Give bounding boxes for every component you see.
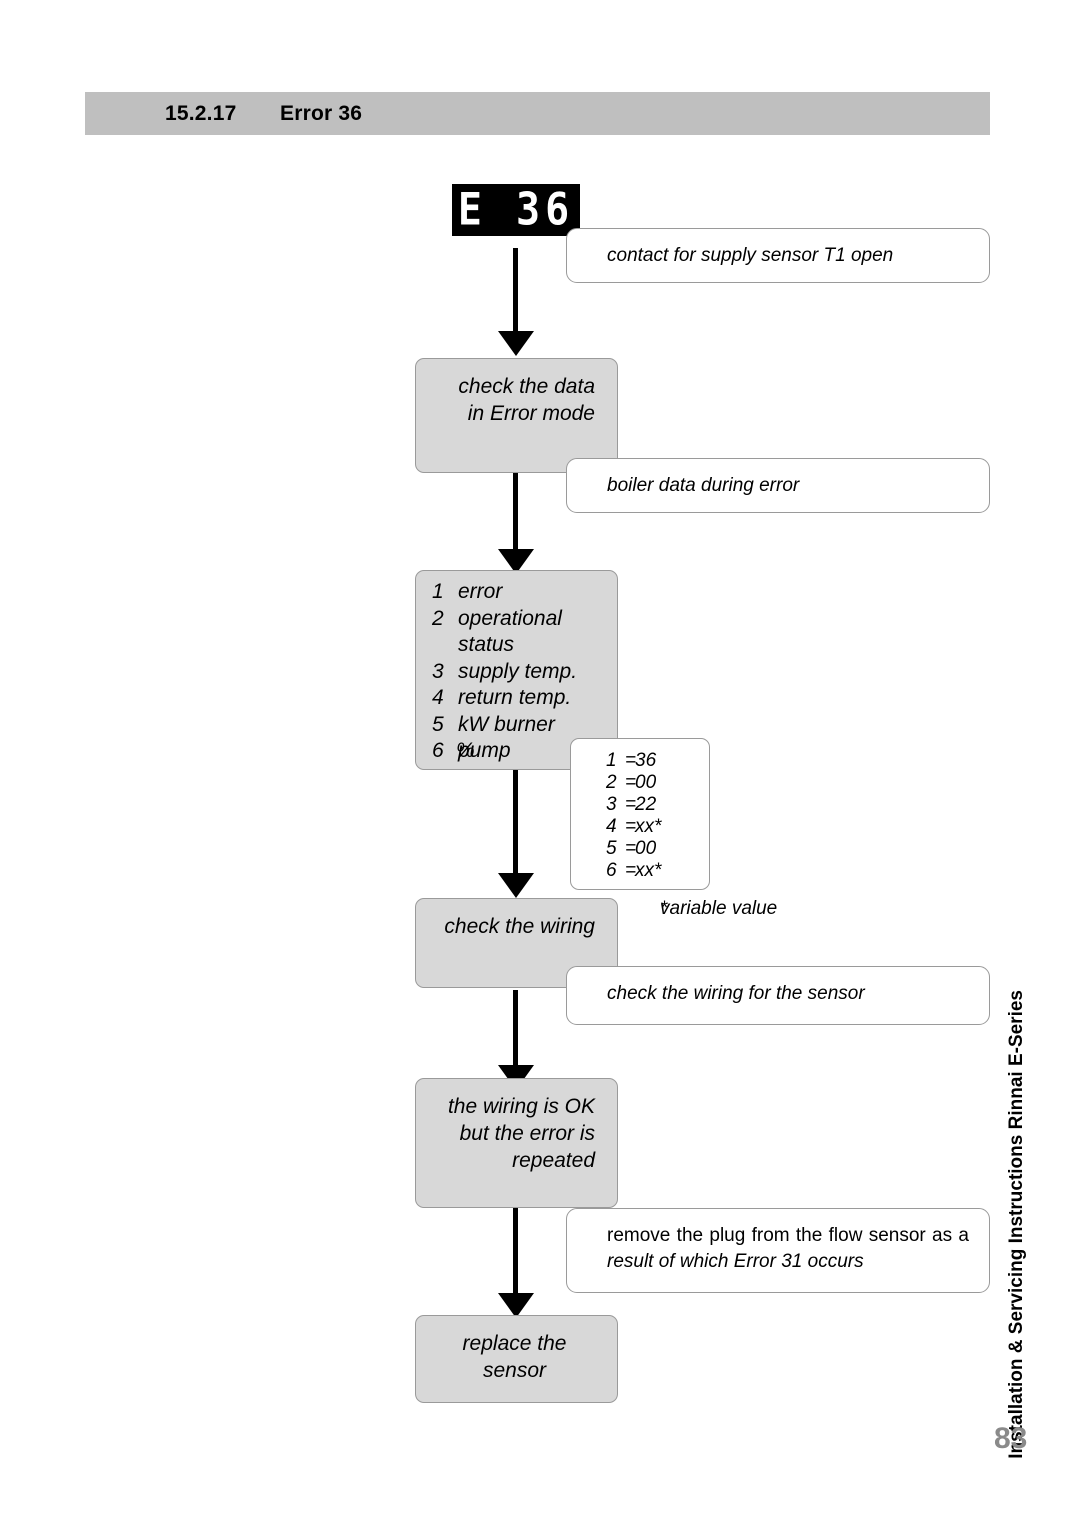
callout-wiring-sensor: check the wiring for the sensor: [566, 966, 990, 1025]
list-item: 1 error: [416, 579, 617, 606]
side-running-text: Installation & Servicing Instructions Ri…: [1006, 990, 1027, 1459]
variable-value-footnote-text: variable value: [660, 898, 778, 919]
equals-symbol: =: [625, 750, 637, 771]
list-item-index: 2: [432, 606, 444, 630]
list-item: 3 supply temp.: [416, 659, 617, 686]
asterisk-symbol: *: [660, 898, 668, 919]
list-item-label: kW burner: [458, 712, 555, 736]
list-item-index: 4: [432, 686, 444, 709]
process-box-check-wiring-label: check the wiring: [444, 915, 595, 938]
equals-symbol: =: [625, 816, 637, 837]
connector-line-4: [513, 990, 518, 1072]
variable-value-footnote: * variable value: [660, 898, 777, 920]
connector-arrow-3: [498, 873, 534, 898]
list-item: 2 operational: [416, 606, 617, 633]
process-box-replace-sensor-line2: sensor: [482, 1359, 547, 1382]
process-box-wiring-ok-line1: the wiring is OK: [447, 1095, 595, 1118]
page-number: 83: [994, 1422, 1028, 1455]
list-item: status: [416, 632, 617, 659]
list-item-label-overlap: % pump: [456, 738, 511, 765]
connector-line-1: [513, 248, 518, 336]
list-item-label: operational: [458, 606, 562, 630]
equals-symbol: =: [625, 794, 637, 815]
callout-remove-plug-line1: remove the plug from the flow sensor as …: [607, 1225, 969, 1246]
list-item-index: 3: [432, 659, 444, 683]
led-error-display: E 36: [452, 184, 580, 236]
percent-symbol: %: [456, 739, 475, 762]
callout-remove-plug: remove the plug from the flow sensor as …: [566, 1208, 990, 1293]
value-row: 1 = 36: [571, 750, 709, 772]
error-values-box: 1 = 36 2 = 00 3 = 22 4 = xx* 5 = 00 6 = …: [570, 738, 710, 890]
equals-symbol: =: [625, 860, 637, 881]
value-row-value: 00: [635, 838, 657, 859]
callout-boiler-data: boiler data during error: [566, 458, 990, 513]
callout-contact-sensor: contact for supply sensor T1 open: [566, 228, 990, 283]
list-item-index: 1: [432, 580, 444, 603]
list-item-index: 5: [432, 712, 444, 736]
process-box-wiring-ok-line3: repeated: [512, 1149, 595, 1172]
equals-symbol: =: [625, 772, 637, 793]
led-error-code: E 36: [457, 184, 575, 236]
value-row-value: 36: [635, 750, 657, 771]
connector-arrow-1: [498, 331, 534, 356]
process-box-replace-sensor: replace the sensor: [415, 1315, 618, 1403]
process-box-wiring-ok-line2: but the error is: [459, 1122, 595, 1145]
process-box-replace-sensor-line1: replace the: [462, 1332, 567, 1355]
value-row-value: xx*: [635, 860, 662, 881]
value-row-value: 00: [635, 772, 657, 793]
value-row: 2 = 00: [571, 772, 709, 794]
callout-wiring-sensor-text: check the wiring for the sensor: [607, 983, 865, 1004]
document-page: 15.2.17 Error 36 E 36 check the data in …: [0, 0, 1080, 1527]
connector-line-2: [513, 472, 518, 554]
list-item-index: 6: [432, 739, 444, 762]
callout-remove-plug-line2: result of which Error 31 occurs: [607, 1251, 864, 1272]
process-box-check-data-line1: check the data: [458, 375, 595, 398]
list-item: 5 kW burner: [416, 712, 617, 739]
value-row: 4 = xx*: [571, 816, 709, 838]
list-item-label: supply temp.: [458, 659, 578, 683]
value-row: 5 = 00: [571, 838, 709, 860]
section-number: 15.2.17: [165, 102, 237, 125]
connector-line-3: [513, 768, 518, 880]
list-item-label: return temp.: [458, 686, 572, 709]
list-item-label: status: [458, 633, 515, 656]
list-item: 4 return temp.: [416, 685, 617, 712]
process-box-check-data: check the data in Error mode: [415, 358, 618, 473]
callout-contact-sensor-text: contact for supply sensor T1 open: [607, 245, 894, 266]
value-row-value: 22: [635, 794, 657, 815]
value-row: 6 = xx*: [571, 860, 709, 882]
connector-line-5: [513, 1208, 518, 1300]
value-row-value: xx*: [635, 816, 662, 837]
page-title: Error 36: [280, 102, 363, 125]
process-box-check-data-line2: in Error mode: [467, 402, 595, 425]
list-item-label: error: [458, 580, 503, 603]
section-header-band: 15.2.17 Error 36: [85, 92, 990, 135]
callout-boiler-data-text: boiler data during error: [607, 475, 800, 496]
value-row: 3 = 22: [571, 794, 709, 816]
equals-symbol: =: [625, 838, 637, 859]
process-box-wiring-ok: the wiring is OK but the error is repeat…: [415, 1078, 618, 1208]
